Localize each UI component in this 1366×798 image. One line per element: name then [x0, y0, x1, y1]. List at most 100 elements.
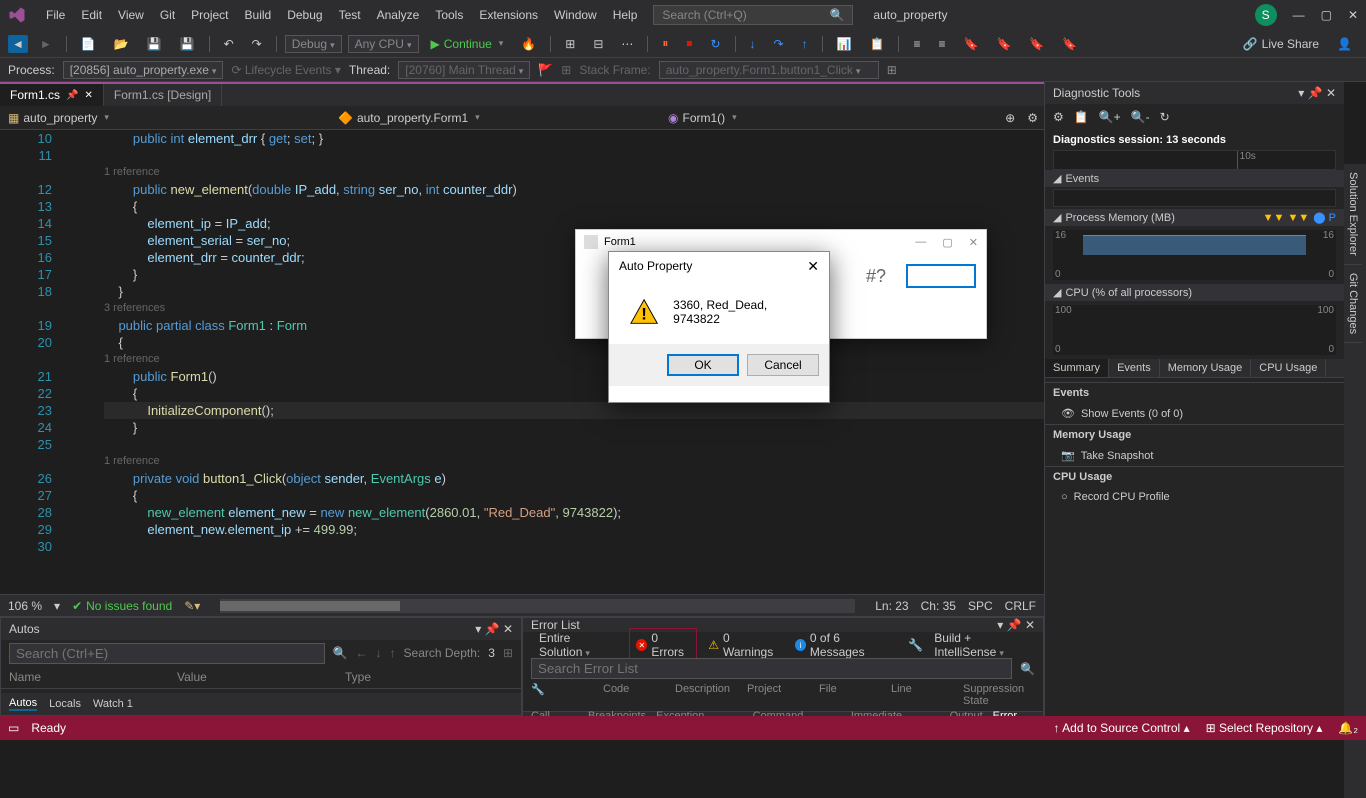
- tb-icon[interactable]: ≡: [907, 35, 926, 53]
- step-out-icon[interactable]: ↑: [796, 35, 814, 53]
- side-tab-git-changes[interactable]: Git Changes: [1344, 265, 1362, 343]
- tb-icon[interactable]: ⊞: [887, 63, 897, 77]
- stop-button[interactable]: ⏹: [680, 34, 698, 53]
- col-file[interactable]: File: [819, 683, 891, 707]
- tab-form1-cs[interactable]: Form1.cs 📌 ✕: [0, 84, 104, 106]
- stackframe-dropdown[interactable]: auto_property.Form1.button1_Click: [659, 61, 879, 79]
- tab-form1-design[interactable]: Form1.cs [Design]: [104, 84, 222, 106]
- select-repository[interactable]: ⊞ Select Repository ▴: [1206, 721, 1323, 735]
- tab-watch1[interactable]: Watch 1: [93, 698, 133, 710]
- hot-reload-button[interactable]: 🔥: [515, 35, 542, 53]
- tb-icon[interactable]: ≡: [932, 35, 951, 53]
- indent-indicator[interactable]: SPC: [968, 599, 993, 613]
- continue-button[interactable]: ▶ Continue: [425, 35, 510, 53]
- notifications-icon[interactable]: 🔔₂: [1338, 721, 1358, 735]
- zoom-level[interactable]: 106 %: [8, 599, 42, 613]
- zoom-in-icon[interactable]: 🔍+: [1099, 110, 1121, 124]
- close-icon[interactable]: ✕: [1025, 618, 1035, 632]
- save-all-button[interactable]: 💾: [174, 35, 201, 53]
- gear-icon[interactable]: ⚙: [1053, 110, 1064, 124]
- memory-section-header[interactable]: ◢ Process Memory (MB) ▼▼ ▼▼ ⬤ P: [1045, 209, 1344, 226]
- minimize-icon[interactable]: —: [1293, 8, 1305, 22]
- nav-back-button[interactable]: ◄: [8, 35, 28, 53]
- msgbox-ok-button[interactable]: OK: [667, 354, 739, 376]
- menu-git[interactable]: Git: [152, 8, 183, 22]
- gear-icon[interactable]: ⚙: [1021, 111, 1044, 125]
- tb-icon[interactable]: ⊞: [559, 35, 581, 53]
- tb-icon[interactable]: ⊟: [587, 35, 609, 53]
- platform-dropdown[interactable]: Any CPU: [348, 35, 419, 53]
- pin-icon[interactable]: 📌: [1308, 86, 1323, 100]
- lifecycle-events[interactable]: ⟳ Lifecycle Events ▾: [231, 63, 340, 77]
- form1-maximize-icon[interactable]: ▢: [942, 236, 952, 249]
- search-icon[interactable]: 🔍: [333, 646, 348, 660]
- diag-timeline[interactable]: 10s: [1053, 150, 1336, 170]
- errors-filter[interactable]: ✕ 0 Errors: [629, 628, 697, 662]
- col-line[interactable]: Line: [891, 683, 963, 707]
- memory-chart[interactable]: 16 0 16 0: [1053, 230, 1336, 280]
- dropdown-icon[interactable]: ▾: [997, 618, 1003, 632]
- zoom-out-icon[interactable]: 🔍-: [1131, 110, 1150, 124]
- col-project[interactable]: Project: [747, 683, 819, 707]
- user-avatar[interactable]: S: [1255, 4, 1277, 26]
- menu-test[interactable]: Test: [331, 8, 369, 22]
- cpu-section-header[interactable]: ◢ CPU (% of all processors): [1045, 284, 1344, 301]
- menu-window[interactable]: Window: [546, 8, 605, 22]
- close-tab-icon[interactable]: ✕: [84, 90, 92, 101]
- messages-filter[interactable]: i 0 of 6 Messages: [788, 628, 897, 662]
- menu-debug[interactable]: Debug: [279, 8, 330, 22]
- form1-button[interactable]: [906, 264, 976, 288]
- add-source-control[interactable]: ↑ Add to Source Control ▴: [1053, 721, 1189, 735]
- restart-button[interactable]: ↻: [704, 35, 726, 53]
- col-icon[interactable]: 🔧: [531, 683, 603, 707]
- redo-button[interactable]: ↷: [246, 35, 268, 53]
- pause-button[interactable]: ⏸: [656, 34, 674, 53]
- select-tools-icon[interactable]: 📋: [1074, 110, 1089, 124]
- nav-class[interactable]: 🔶 auto_property.Form1: [330, 111, 660, 125]
- threads-icon[interactable]: ⊞: [561, 63, 571, 77]
- tb-icon[interactable]: 📋: [864, 35, 891, 53]
- form1-close-icon[interactable]: ✕: [969, 236, 978, 249]
- collapse-icon[interactable]: ←: [356, 646, 368, 660]
- tab-events[interactable]: Events: [1109, 359, 1160, 377]
- dropdown-icon[interactable]: ▾: [1298, 86, 1304, 100]
- menu-help[interactable]: Help: [605, 8, 646, 22]
- tab-autos[interactable]: Autos: [9, 697, 37, 711]
- open-button[interactable]: 📂: [108, 35, 135, 53]
- depth-dropdown[interactable]: 3: [488, 646, 495, 660]
- form1-minimize-icon[interactable]: —: [915, 236, 926, 249]
- side-tab-solution-explorer[interactable]: Solution Explorer: [1344, 164, 1362, 265]
- warnings-filter[interactable]: ⚠ 0 Warnings: [701, 628, 784, 662]
- eol-indicator[interactable]: CRLF: [1005, 599, 1036, 613]
- output-icon[interactable]: ▭: [8, 721, 19, 735]
- tab-memory[interactable]: Memory Usage: [1160, 359, 1252, 377]
- menu-project[interactable]: Project: [183, 8, 236, 22]
- tab-summary[interactable]: Summary: [1045, 359, 1109, 377]
- reset-icon[interactable]: ↻: [1160, 110, 1170, 124]
- scope-dropdown[interactable]: Entire Solution: [531, 629, 625, 661]
- quick-search[interactable]: Search (Ctrl+Q) 🔍: [653, 5, 853, 25]
- take-snapshot-link[interactable]: 📷 Take Snapshot: [1045, 445, 1344, 466]
- menu-analyze[interactable]: Analyze: [369, 8, 428, 22]
- tb-icon[interactable]: ⋯: [615, 35, 639, 53]
- step-into-icon[interactable]: ↓: [744, 35, 762, 53]
- col-code[interactable]: Code: [603, 683, 675, 707]
- menu-file[interactable]: File: [38, 8, 73, 22]
- menu-edit[interactable]: Edit: [73, 8, 110, 22]
- flag-icon[interactable]: 🚩: [538, 63, 553, 77]
- new-project-button[interactable]: 📄: [75, 35, 102, 53]
- tab-cpu[interactable]: CPU Usage: [1251, 359, 1326, 377]
- process-dropdown[interactable]: [20856] auto_property.exe: [63, 61, 224, 79]
- no-issues-indicator[interactable]: ✔ No issues found: [72, 599, 172, 613]
- col-name[interactable]: Name: [9, 670, 177, 684]
- pin-icon[interactable]: 📌: [66, 90, 78, 101]
- col-value[interactable]: Value: [177, 670, 345, 684]
- cpu-chart[interactable]: 100 0 100 0: [1053, 305, 1336, 355]
- nav-fwd-button[interactable]: ►: [34, 35, 58, 53]
- brush-icon[interactable]: ✎▾: [184, 599, 200, 613]
- tb-icon[interactable]: 🔖: [1056, 35, 1083, 53]
- msgbox-close-icon[interactable]: ✕: [807, 258, 819, 275]
- col-type[interactable]: Type: [345, 670, 513, 684]
- step-over-icon[interactable]: ↷: [768, 35, 790, 53]
- save-button[interactable]: 💾: [141, 35, 168, 53]
